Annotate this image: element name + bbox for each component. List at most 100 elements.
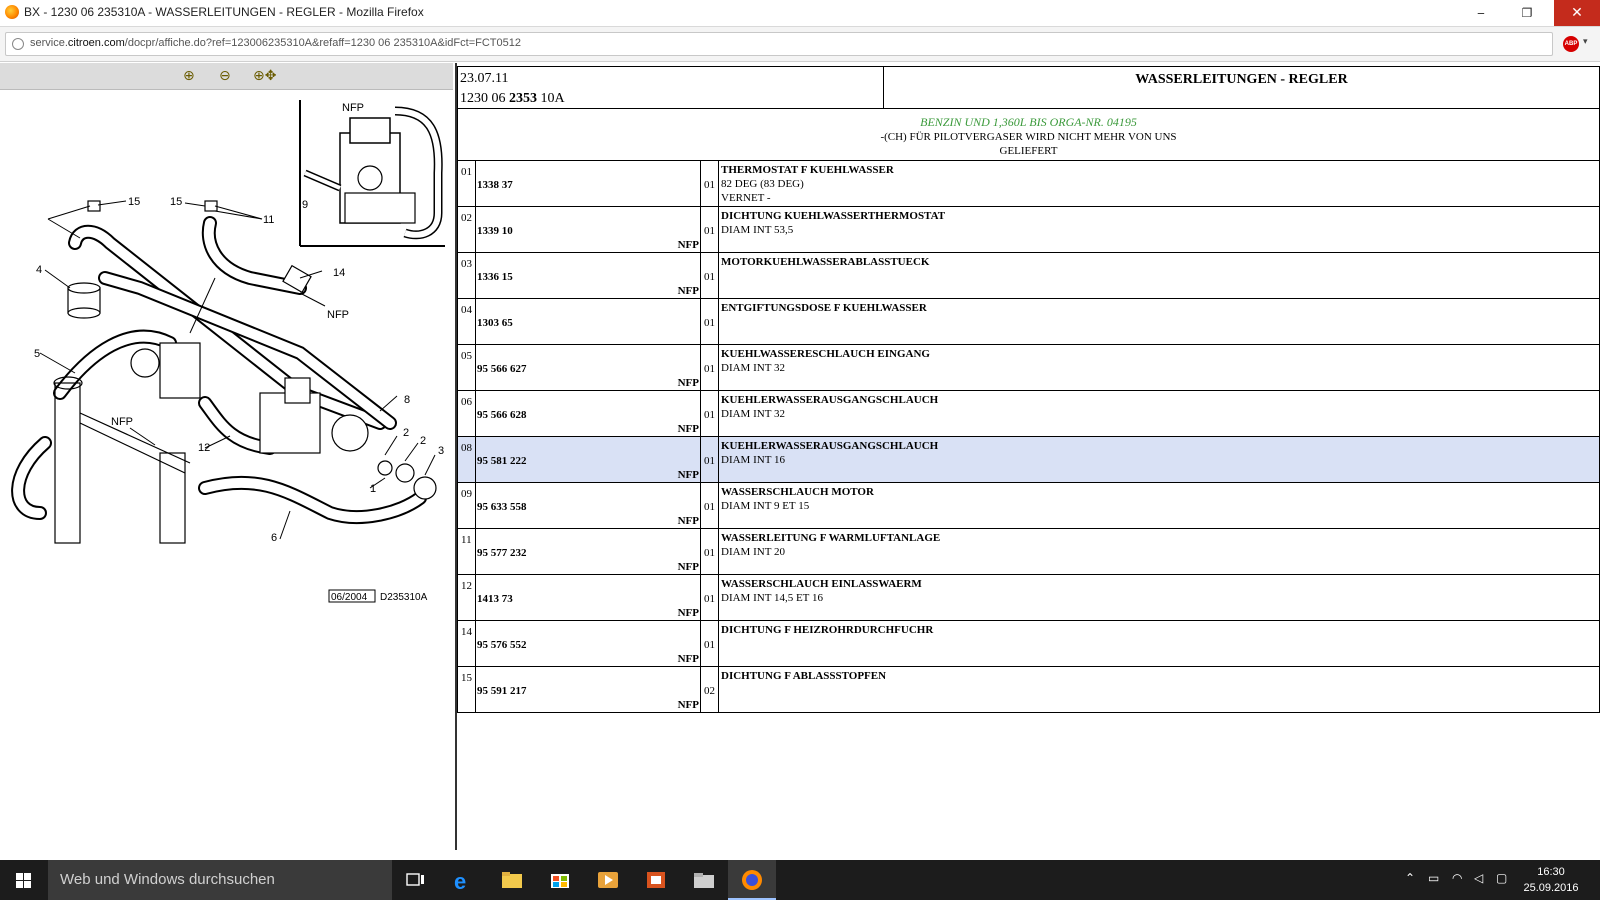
row-qty-cell: 01: [701, 161, 719, 206]
nfp-flag: NFP: [677, 607, 699, 619]
nfp-flag: NFP: [677, 423, 699, 435]
part-detail: DIAM INT 20: [721, 546, 785, 558]
part-detail: 82 DEG (83 DEG): [721, 178, 804, 190]
clock-time: 16:30: [1537, 866, 1565, 878]
part-reference[interactable]: 1303 65: [477, 317, 513, 329]
part-reference[interactable]: 1336 15: [477, 271, 513, 283]
row-ref-cell: 95 576 552 NFP: [476, 621, 701, 666]
folder-icon: [694, 873, 714, 888]
diagram-label: 4: [36, 264, 42, 276]
maximize-button[interactable]: ❐: [1504, 0, 1550, 26]
table-row[interactable]: 06 95 566 628 NFP 01 KUEHLERWASSERAUSGANGSCH…: [457, 391, 1600, 437]
table-row[interactable]: 04 1303 65 01 ENTGIFTUNGSDOSE F KUEHLWASSER: [457, 299, 1600, 345]
diagram-label: NFP: [111, 416, 133, 428]
part-reference[interactable]: 95 566 628: [477, 409, 527, 421]
hose-drawing: [11, 216, 427, 525]
row-ref-cell: 1336 15 NFP: [476, 253, 701, 298]
office-button[interactable]: [632, 860, 680, 900]
chevron-up-icon[interactable]: ⌃: [1405, 871, 1415, 885]
part-name: THERMOSTAT F KUEHLWASSER: [721, 164, 894, 176]
quantity: 01: [704, 179, 715, 191]
store-button[interactable]: [536, 860, 584, 900]
part-name: ENTGIFTUNGSDOSE F KUEHLWASSER: [721, 302, 927, 314]
table-row[interactable]: 09 95 633 558 NFP 01 WASSERSCHLAUCH MOTOR DIA…: [457, 483, 1600, 529]
table-row[interactable]: 05 95 566 627 NFP 01 KUEHLWASSERESCHLAUCH EI…: [457, 345, 1600, 391]
part-reference[interactable]: 1413 73: [477, 593, 513, 605]
zoom-pan-icon[interactable]: ⊕✥: [253, 66, 276, 86]
row-index-cell: 02: [458, 207, 476, 252]
folder-button[interactable]: [680, 860, 728, 900]
row-description-cell: THERMOSTAT F KUEHLWASSER 82 DEG (83 DEG) V…: [719, 161, 1597, 206]
row-ref-cell: 95 591 217 NFP: [476, 667, 701, 712]
table-row[interactable]: 14 95 576 552 NFP 01 DICHTUNG F HEIZROHRDURC…: [457, 621, 1600, 667]
firefox-taskbar-button[interactable]: [728, 860, 776, 900]
part-reference[interactable]: 95 577 232: [477, 547, 527, 559]
table-row[interactable]: 01 1338 37 01 THERMOSTAT F KUEHLWASSER 82 DE…: [457, 161, 1600, 207]
table-row[interactable]: 02 1339 10 NFP 01 DICHTUNG KUEHLWASSERTHERMO…: [457, 207, 1600, 253]
row-ref-cell: 1303 65: [476, 299, 701, 344]
windows-start-button[interactable]: [0, 860, 48, 900]
task-view-button[interactable]: [392, 860, 440, 900]
part-detail: DIAM INT 14,5 ET 16: [721, 592, 823, 604]
zoom-in-icon[interactable]: ⊕: [183, 66, 195, 86]
file-explorer-button[interactable]: [488, 860, 536, 900]
nfp-flag: NFP: [677, 561, 699, 573]
part-detail: DIAM INT 16: [721, 454, 785, 466]
table-row[interactable]: 03 1336 15 NFP 01 MOTORKUEHLWASSERABLASSTUEC…: [457, 253, 1600, 299]
nfp-flag: NFP: [677, 469, 699, 481]
part-detail: DIAM INT 32: [721, 362, 785, 374]
minimize-button[interactable]: ‒: [1458, 0, 1504, 26]
edge-icon: e: [454, 869, 466, 894]
nfp-flag: NFP: [677, 239, 699, 251]
parts-diagram[interactable]: NFP 9 15 15 11 4 14 NFP 5 8 NFP 2 2 3 12…: [0, 93, 453, 693]
row-qty-cell: 01: [701, 621, 719, 666]
part-reference[interactable]: 95 591 217: [477, 685, 527, 697]
part-name: KUEHLERWASSERAUSGANGSCHLAUCH: [721, 394, 939, 406]
store-icon: [551, 874, 569, 888]
row-index: 14: [461, 626, 472, 638]
row-qty-cell: 01: [701, 345, 719, 390]
row-index: 12: [461, 580, 472, 592]
search-placeholder[interactable]: Web und Windows durchsuchen: [60, 871, 275, 888]
part-reference[interactable]: 1338 37: [477, 179, 513, 191]
row-qty-cell: 01: [701, 483, 719, 528]
part-reference[interactable]: 95 633 558: [477, 501, 527, 513]
chevron-down-icon[interactable]: ▾: [1583, 37, 1588, 47]
row-index-cell: 05: [458, 345, 476, 390]
part-reference[interactable]: 95 581 222: [477, 455, 527, 467]
url-text[interactable]: service.citroen.com/docpr/affiche.do?ref…: [30, 37, 521, 49]
taskbar-search[interactable]: Web und Windows durchsuchen: [48, 860, 392, 900]
part-name: DICHTUNG F ABLASSSTOPFEN: [721, 670, 887, 682]
battery-icon[interactable]: ▭: [1428, 871, 1439, 885]
media-player-button[interactable]: [584, 860, 632, 900]
svg-text:e: e: [454, 869, 466, 894]
notification-icon[interactable]: ▢: [1496, 871, 1507, 885]
quantity: 02: [704, 685, 715, 697]
table-row[interactable]: 08 95 581 222 NFP 01 KUEHLERWASSERAUSGANGSCH…: [457, 437, 1600, 483]
diagram-label: NFP: [327, 309, 349, 321]
part-reference[interactable]: 1339 10: [477, 225, 513, 237]
table-row[interactable]: 15 95 591 217 NFP 02 DICHTUNG F ABLASSSTOPFE…: [457, 667, 1600, 713]
stamp-date: 06/2004: [331, 592, 368, 603]
table-row[interactable]: 12 1413 73 NFP 01 WASSERSCHLAUCH EINLASSWAER…: [457, 575, 1600, 621]
windows-start-icon: [16, 873, 31, 888]
part-detail: VERNET -: [721, 192, 771, 204]
page-header: 23.07.11 1230 06 2353 10A WASSERLEITUNGE…: [457, 66, 1600, 109]
taskbar-clock[interactable]: 16:30 25.09.2016: [1516, 864, 1586, 896]
part-name: DICHTUNG F HEIZROHRDURCHFUCHR: [721, 624, 934, 636]
row-ref-cell: 1338 37: [476, 161, 701, 206]
media-player-icon: [598, 872, 618, 888]
wifi-icon[interactable]: ◠: [1452, 871, 1462, 885]
part-reference[interactable]: 95 566 627: [477, 363, 527, 375]
zoom-out-icon[interactable]: ⊖: [219, 66, 231, 86]
volume-icon[interactable]: ◁: [1474, 871, 1483, 885]
edge-button[interactable]: e: [440, 860, 488, 900]
table-row[interactable]: 11 95 577 232 NFP 01 WASSERLEITUNG F WARMLUF…: [457, 529, 1600, 575]
clock-date: 25.09.2016: [1523, 882, 1579, 894]
close-button[interactable]: ✕: [1554, 0, 1600, 26]
url-field[interactable]: service.citroen.com/docpr/affiche.do?ref…: [5, 32, 1553, 56]
part-reference[interactable]: 95 576 552: [477, 639, 527, 651]
globe-icon: [12, 38, 24, 50]
adblock-plus-icon[interactable]: ABP: [1563, 36, 1579, 52]
part-name: KUEHLERWASSERAUSGANGSCHLAUCH: [721, 440, 939, 452]
